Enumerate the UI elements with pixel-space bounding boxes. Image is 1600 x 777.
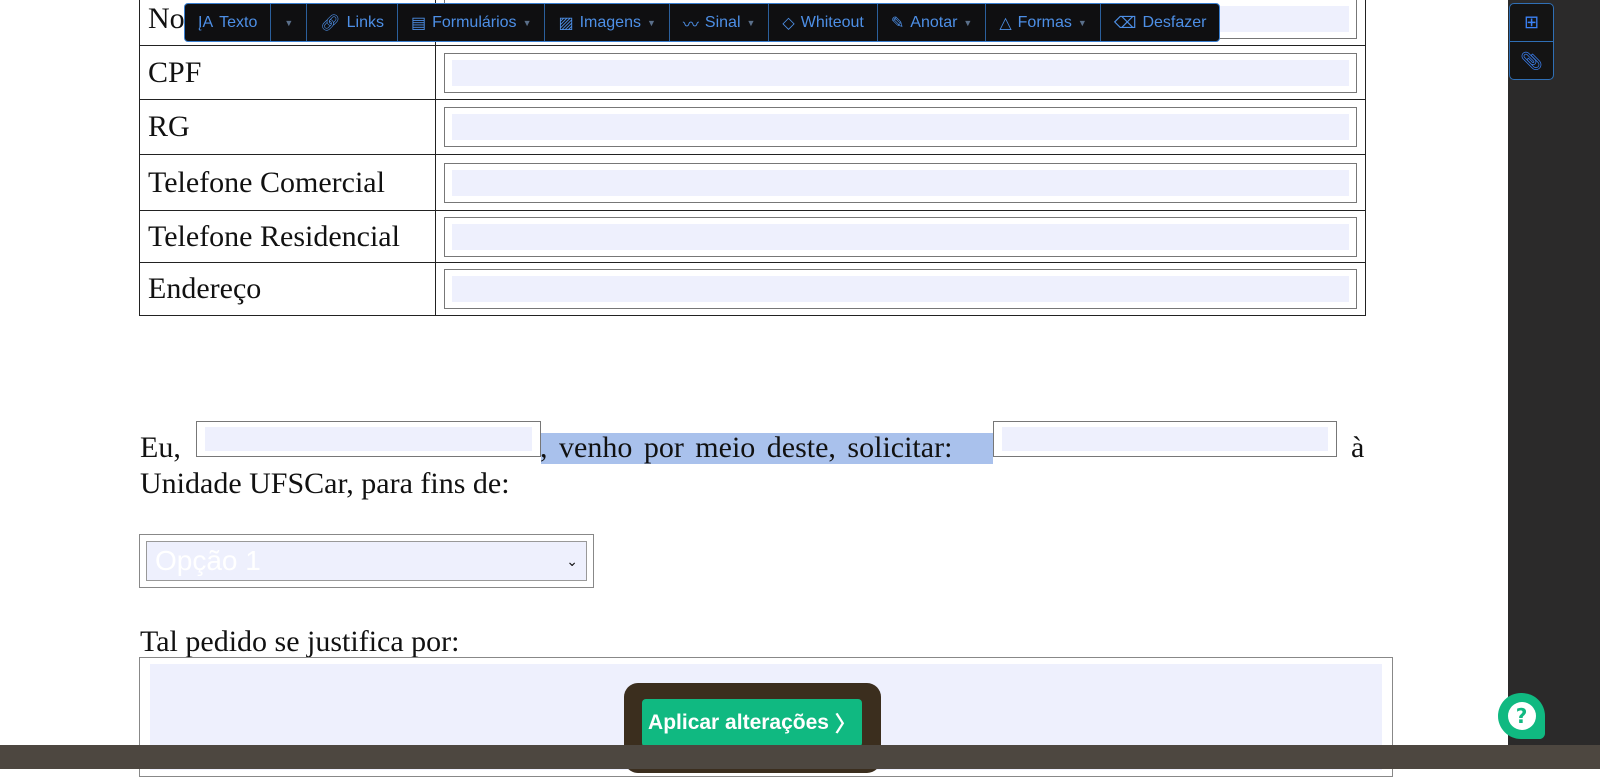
form-table: No CPF RG Telefone Comercial Telefone Re… [139,0,1366,316]
address-field[interactable] [444,269,1357,309]
signature-icon: 〰 [682,16,699,34]
tool-links[interactable]: 🔗︎ Links [307,4,398,41]
bottom-bar [0,745,1600,769]
purpose-select[interactable]: Opção 1 ⌄ [139,534,594,588]
request-inline-field[interactable] [993,421,1337,457]
row-label: CPF [139,45,436,100]
text-icon: ĮA [198,13,214,31]
undo-icon: ⌫ [1113,14,1137,32]
pen-icon: ✎ [890,14,905,32]
row-label: RG [139,99,436,155]
eraser-icon: ◇ [782,14,795,32]
tool-undo[interactable]: ⌫ Desfazer [1101,4,1220,41]
shapes-icon: △ [999,14,1012,32]
caret-down-icon: ▼ [284,17,294,28]
select-value: Opção 1 [155,545,261,576]
commercial-phone-field[interactable] [444,162,1357,203]
unit-text: Unidade UFSCar, para fins de: [140,467,510,500]
text-dropdown[interactable]: ▼ [271,4,308,41]
grid-icon[interactable]: ⊞ [1510,4,1553,42]
apply-changes-button[interactable]: Aplicar alterações 〉 [642,699,862,747]
residential-phone-field[interactable] [444,216,1357,257]
tool-signature[interactable]: 〰 Sinal ▼ [670,4,770,41]
chevron-right-icon: 〉 [834,713,856,736]
tool-shapes[interactable]: △ Formas ▼ [986,4,1101,41]
tool-annotate[interactable]: ✎ Anotar ▼ [878,4,987,41]
tool-forms[interactable]: ▤ Formulários ▼ [398,4,546,41]
side-tools: ⊞ 📎︎ [1509,3,1554,80]
tool-whiteout[interactable]: ◇ Whiteout [769,4,878,41]
tool-images[interactable]: ▨ Imagens ▼ [545,4,670,41]
right-sidebar [1508,0,1600,769]
tool-text[interactable]: ĮA Texto [185,4,272,41]
apply-label: Aplicar alterações [648,711,829,734]
link-icon: 🔗︎ [320,14,341,32]
form-icon: ▤ [410,14,427,32]
row-label: Endereço [139,262,436,316]
chevron-down-icon: ⌄ [566,552,578,569]
editor-toolbar: ĮA Texto ▼ 🔗︎ Links ▤ Formulários ▼ ▨ Imagens… [184,3,1221,42]
justify-label: Tal pedido se justifica por: [140,625,460,658]
name-inline-field[interactable] [196,421,541,457]
row-label: Telefone Residencial [139,210,436,263]
paperclip-icon[interactable]: 📎︎ [1510,42,1553,79]
request-text: , venho por meio deste, solicitar: [540,431,953,464]
rg-field[interactable] [444,107,1357,147]
eu-text: Eu, [140,431,181,464]
help-button[interactable]: ? [1498,693,1545,739]
row-label: Telefone Comercial [139,154,436,211]
image-icon: ▨ [558,14,574,32]
help-icon: ? [1507,702,1536,730]
cpf-field[interactable] [444,52,1357,93]
a-text: à [1351,431,1365,464]
